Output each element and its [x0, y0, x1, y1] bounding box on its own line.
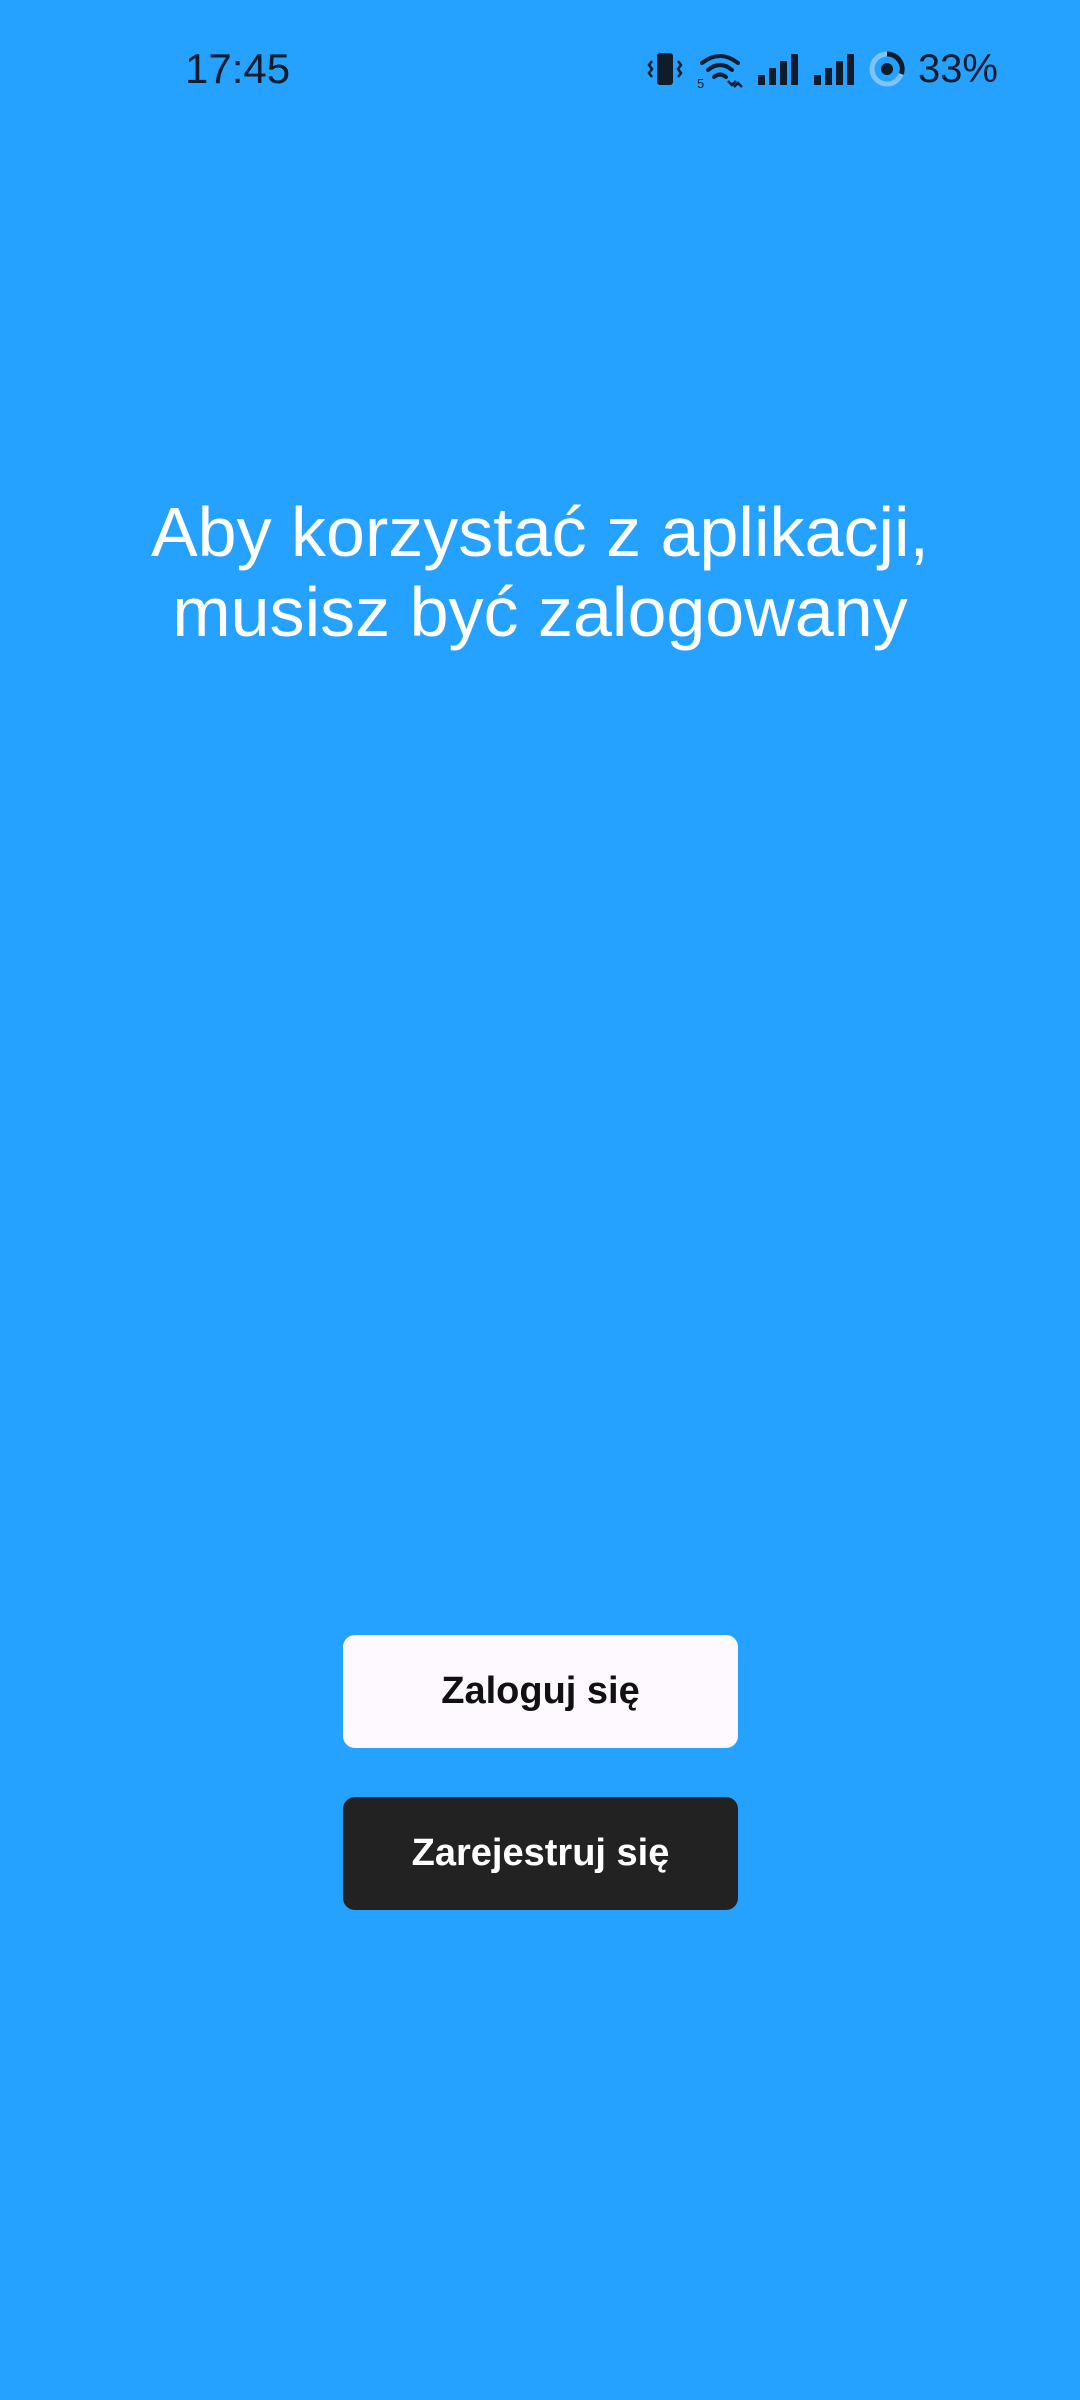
- signal-icon: [756, 51, 800, 87]
- vibrate-icon: [646, 49, 684, 89]
- register-button-label: Zarejestruj się: [411, 1832, 670, 1874]
- signal-icon: [812, 51, 856, 87]
- battery-ring-icon: [868, 50, 906, 88]
- login-button-label: Zaloguj się: [441, 1670, 640, 1712]
- status-time: 17:45: [185, 45, 291, 92]
- status-icons: 5 33%: [646, 44, 998, 94]
- register-button[interactable]: Zarejestruj się: [343, 1797, 738, 1910]
- battery-percent: 33%: [917, 47, 998, 91]
- status-bar: 17:45 5 33%: [0, 0, 1080, 140]
- login-required-message: Aby korzystać z aplikacji, musisz być za…: [0, 492, 1080, 652]
- login-button[interactable]: Zaloguj się: [343, 1635, 738, 1748]
- message-line-1: Aby korzystać z aplikacji,: [150, 493, 930, 571]
- message-line-2: musisz być zalogowany: [172, 573, 908, 651]
- wifi-icon: 5: [696, 49, 744, 89]
- wifi-badge: 5: [697, 76, 704, 89]
- login-required-screen: 17:45 5 33% Aby korzystać z aplikacji, m…: [0, 0, 1080, 2400]
